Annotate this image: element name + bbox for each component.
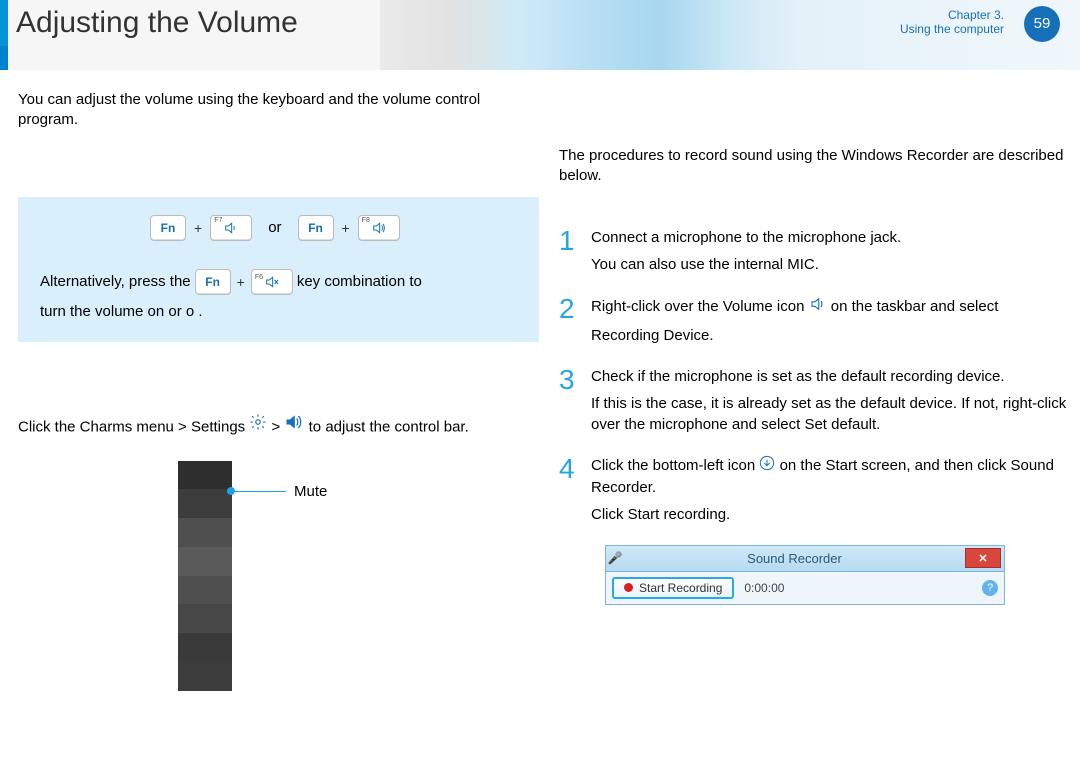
- step-4: 4 Click the bottom-left icon on the Star…: [559, 455, 1080, 525]
- accent-stripe: [0, 0, 8, 46]
- page-header: Adjusting the Volume Chapter 3. Using th…: [0, 0, 1080, 70]
- volume-down-icon: [223, 220, 239, 236]
- volume-bar-graphic: Mute: [178, 461, 438, 691]
- step-subtext: Click Start recording.: [591, 504, 1080, 525]
- alt-key-text: Alternatively, press the Fn + F6 key com…: [40, 267, 517, 297]
- step-number: 4: [559, 455, 581, 483]
- recorder-body: Start Recording 0:00:00 ?: [605, 571, 1005, 605]
- charms-instruction: Click the Charms menu > Settings > to ad…: [18, 412, 539, 443]
- or-text: or: [258, 219, 291, 236]
- volume-up-icon: [371, 220, 387, 236]
- step-text: Right-click over the Volume icon on the …: [591, 295, 1080, 319]
- start-recording-label: Start Recording: [639, 581, 722, 595]
- step-number: 1: [559, 227, 581, 255]
- step-number: 2: [559, 295, 581, 323]
- recorder-titlebar: 🎤 Sound Recorder ✕: [605, 545, 1005, 571]
- callout-line: [232, 491, 286, 492]
- start-recording-button[interactable]: Start Recording: [612, 577, 734, 599]
- plus-sign-2: +: [340, 220, 352, 236]
- fn-key-2: Fn: [298, 215, 334, 241]
- step-subtext: You can also use the internal MIC.: [591, 254, 1080, 275]
- step-number: 3: [559, 366, 581, 394]
- chapter-line2: Using the computer: [900, 22, 1004, 36]
- fn-key-3: Fn: [195, 269, 231, 295]
- volume-tray-icon: [809, 295, 827, 319]
- key-combo-row: Fn + F7 or Fn + F8: [40, 215, 517, 241]
- step-3: 3 Check if the microphone is set as the …: [559, 366, 1080, 435]
- f6-key: F6: [251, 269, 293, 295]
- fn-key: Fn: [150, 215, 186, 241]
- step-text: Click the bottom-left icon on the Start …: [591, 455, 1080, 498]
- record-dot-icon: [624, 583, 633, 592]
- plus-sign: +: [192, 220, 204, 236]
- sound-recorder-window: 🎤 Sound Recorder ✕ Start Recording 0:00:…: [605, 545, 1005, 605]
- alt-key-text-end: turn the volume on or o .: [40, 303, 517, 320]
- settings-gear-icon: [249, 412, 267, 442]
- down-arrow-circle-icon: [759, 455, 775, 477]
- f8-key: F8: [358, 215, 400, 241]
- chapter-label: Chapter 3. Using the computer: [900, 8, 1004, 37]
- mute-label: Mute: [294, 483, 327, 500]
- step-text: Check if the microphone is set as the de…: [591, 366, 1080, 387]
- intro-text: You can adjust the volume using the keyb…: [18, 90, 539, 131]
- volume-mute-icon: [264, 274, 280, 290]
- keyboard-shortcut-box: Fn + F7 or Fn + F8 Alternatively, press …: [18, 197, 539, 342]
- step-1: 1 Connect a microphone to the microphone…: [559, 227, 1080, 275]
- right-lead: The procedures to record sound using the…: [559, 146, 1080, 187]
- recording-time: 0:00:00: [744, 581, 784, 595]
- right-column: The procedures to record sound using the…: [559, 90, 1080, 691]
- step-subtext: Recording Device.: [591, 325, 1080, 346]
- page-number-badge: 59: [1024, 6, 1060, 42]
- speaker-icon: [284, 412, 304, 443]
- microphone-icon: 🎤: [606, 551, 624, 565]
- recorder-title: Sound Recorder: [624, 551, 965, 566]
- f7-key: F7: [210, 215, 252, 241]
- page-title: Adjusting the Volume: [16, 6, 298, 40]
- help-button[interactable]: ?: [982, 580, 998, 596]
- step-subtext: If this is the case, it is already set a…: [591, 393, 1080, 435]
- step-2: 2 Right-click over the Volume icon on th…: [559, 295, 1080, 346]
- step-text: Connect a microphone to the microphone j…: [591, 227, 1080, 248]
- chapter-line1: Chapter 3.: [948, 8, 1004, 22]
- close-button[interactable]: ✕: [965, 548, 1001, 568]
- left-column: You can adjust the volume using the keyb…: [18, 90, 539, 691]
